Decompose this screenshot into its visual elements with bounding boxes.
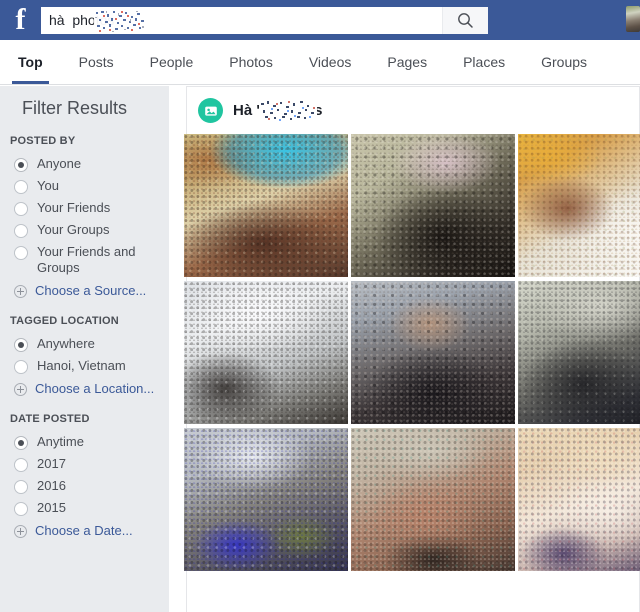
radio-you[interactable] [14,180,28,194]
tab-videos[interactable]: Videos [291,40,370,84]
filter-option-your-friends[interactable]: Your Friends [10,197,169,219]
filter-option-your-groups[interactable]: Your Groups [10,219,169,241]
radio-2016[interactable] [14,480,28,494]
filter-option-your-friends-and-groups[interactable]: Your Friends and Groups [10,241,169,279]
plus-circle-icon [14,382,27,396]
photo-tile[interactable] [518,281,640,424]
photos-result-title: Hà 's photos [233,99,323,121]
plus-circle-icon [14,524,27,538]
filter-group-title-tagged-location: TAGGED LOCATION [10,315,119,327]
radio-your-friends-and-groups[interactable] [14,246,28,260]
photo-tile[interactable] [351,281,515,424]
photos-result-header: Hà 's photos [187,87,639,134]
choose-a-date-label: Choose a Date... [35,523,133,538]
filter-option-you[interactable]: You [10,175,169,197]
filter-group-posted-by: POSTED BY Anyone You Your Friends Your G… [0,135,169,301]
photos-icon [198,98,223,123]
search-bar[interactable] [41,6,488,34]
tab-people[interactable]: People [132,40,212,84]
tab-videos-label: Videos [308,54,352,70]
filter-option-anywhere-label: Anywhere [37,336,95,351]
filter-results-title: Filter Results [22,98,128,118]
choose-a-date-link[interactable]: Choose a Date... [10,519,169,541]
filter-group-date-posted: DATE POSTED Anytime 2017 2016 2015 Choos… [0,413,169,541]
plus-circle-icon [14,284,27,298]
filter-option-2017[interactable]: 2017 [10,453,169,475]
search-input[interactable] [41,6,442,34]
filter-option-2015-label: 2015 [37,500,66,515]
radio-2015[interactable] [14,502,28,516]
facebook-logo[interactable]: f [7,2,34,36]
tab-posts[interactable]: Posts [61,40,132,84]
choose-a-source-link[interactable]: Choose a Source... [10,279,169,301]
filter-option-your-friends-and-groups-label: Your Friends and Groups [37,244,136,275]
filter-option-anyone[interactable]: Anyone [10,153,169,175]
tab-pages-label: Pages [387,54,428,70]
radio-anyone[interactable] [14,158,28,172]
tab-groups[interactable]: Groups [523,40,605,84]
tab-pages[interactable]: Pages [369,40,445,84]
tab-photos-label: Photos [229,54,273,70]
filter-option-hanoi-vietnam[interactable]: Hanoi, Vietnam [10,355,169,377]
radio-your-friends[interactable] [14,202,28,216]
filter-group-tagged-location: TAGGED LOCATION Anywhere Hanoi, Vietnam … [0,315,169,399]
photo-tile[interactable] [351,134,515,277]
tab-people-label: People [149,54,194,70]
filter-option-your-friends-label: Your Friends [37,200,111,215]
photo-tile[interactable] [184,428,348,571]
filter-option-anyone-label: Anyone [37,156,82,171]
tab-places-label: Places [463,54,506,70]
filter-option-2016-label: 2016 [37,478,66,493]
choose-a-location-label: Choose a Location... [35,381,155,396]
search-submit-button[interactable] [442,6,488,34]
filter-option-hanoi-vietnam-label: Hanoi, Vietnam [37,358,126,373]
photo-tile[interactable] [518,428,640,571]
filter-option-anytime[interactable]: Anytime [10,431,169,453]
search-icon [458,12,473,28]
tab-photos[interactable]: Photos [211,40,291,84]
filter-group-title-date-posted: DATE POSTED [10,413,90,425]
filter-option-2016[interactable]: 2016 [10,475,169,497]
filter-option-you-label: You [37,178,59,193]
tab-places[interactable]: Places [445,40,523,84]
choose-a-location-link[interactable]: Choose a Location... [10,377,169,399]
filter-option-anytime-label: Anytime [37,434,84,449]
page-body: Filter Results POSTED BY Anyone You Your… [0,86,640,612]
photo-tile[interactable] [518,134,640,277]
filter-sidebar: Filter Results POSTED BY Anyone You Your… [0,86,169,612]
photo-tile[interactable] [184,281,348,424]
photo-tile[interactable] [184,134,348,277]
radio-your-groups[interactable] [14,224,28,238]
radio-anywhere[interactable] [14,338,28,352]
photos-result-title-text: Hà 's photos [233,102,323,119]
filter-option-your-groups-label: Your Groups [37,222,110,237]
choose-a-source-label: Choose a Source... [35,283,147,298]
photo-tile[interactable] [351,428,515,571]
radio-hanoi-vietnam[interactable] [14,360,28,374]
radio-2017[interactable] [14,458,28,472]
tab-posts-label: Posts [78,54,114,70]
photos-result-card: Hà 's photos [184,86,640,612]
facebook-topbar: f [0,0,640,40]
filter-group-title-posted-by: POSTED BY [10,135,76,147]
filter-option-anywhere[interactable]: Anywhere [10,333,169,355]
filter-option-2015[interactable]: 2015 [10,497,169,519]
avatar[interactable] [626,6,640,32]
radio-anytime[interactable] [14,436,28,450]
photo-grid [184,134,640,571]
search-result-tabs: Top Posts People Photos Videos Pages Pla… [0,40,640,85]
filter-option-2017-label: 2017 [37,456,66,471]
tab-groups-label: Groups [541,54,588,70]
tab-top-label: Top [18,54,43,70]
tab-top[interactable]: Top [0,40,61,84]
facebook-logo-letter: f [15,2,26,36]
results-column: Hà 's photos [169,86,640,612]
